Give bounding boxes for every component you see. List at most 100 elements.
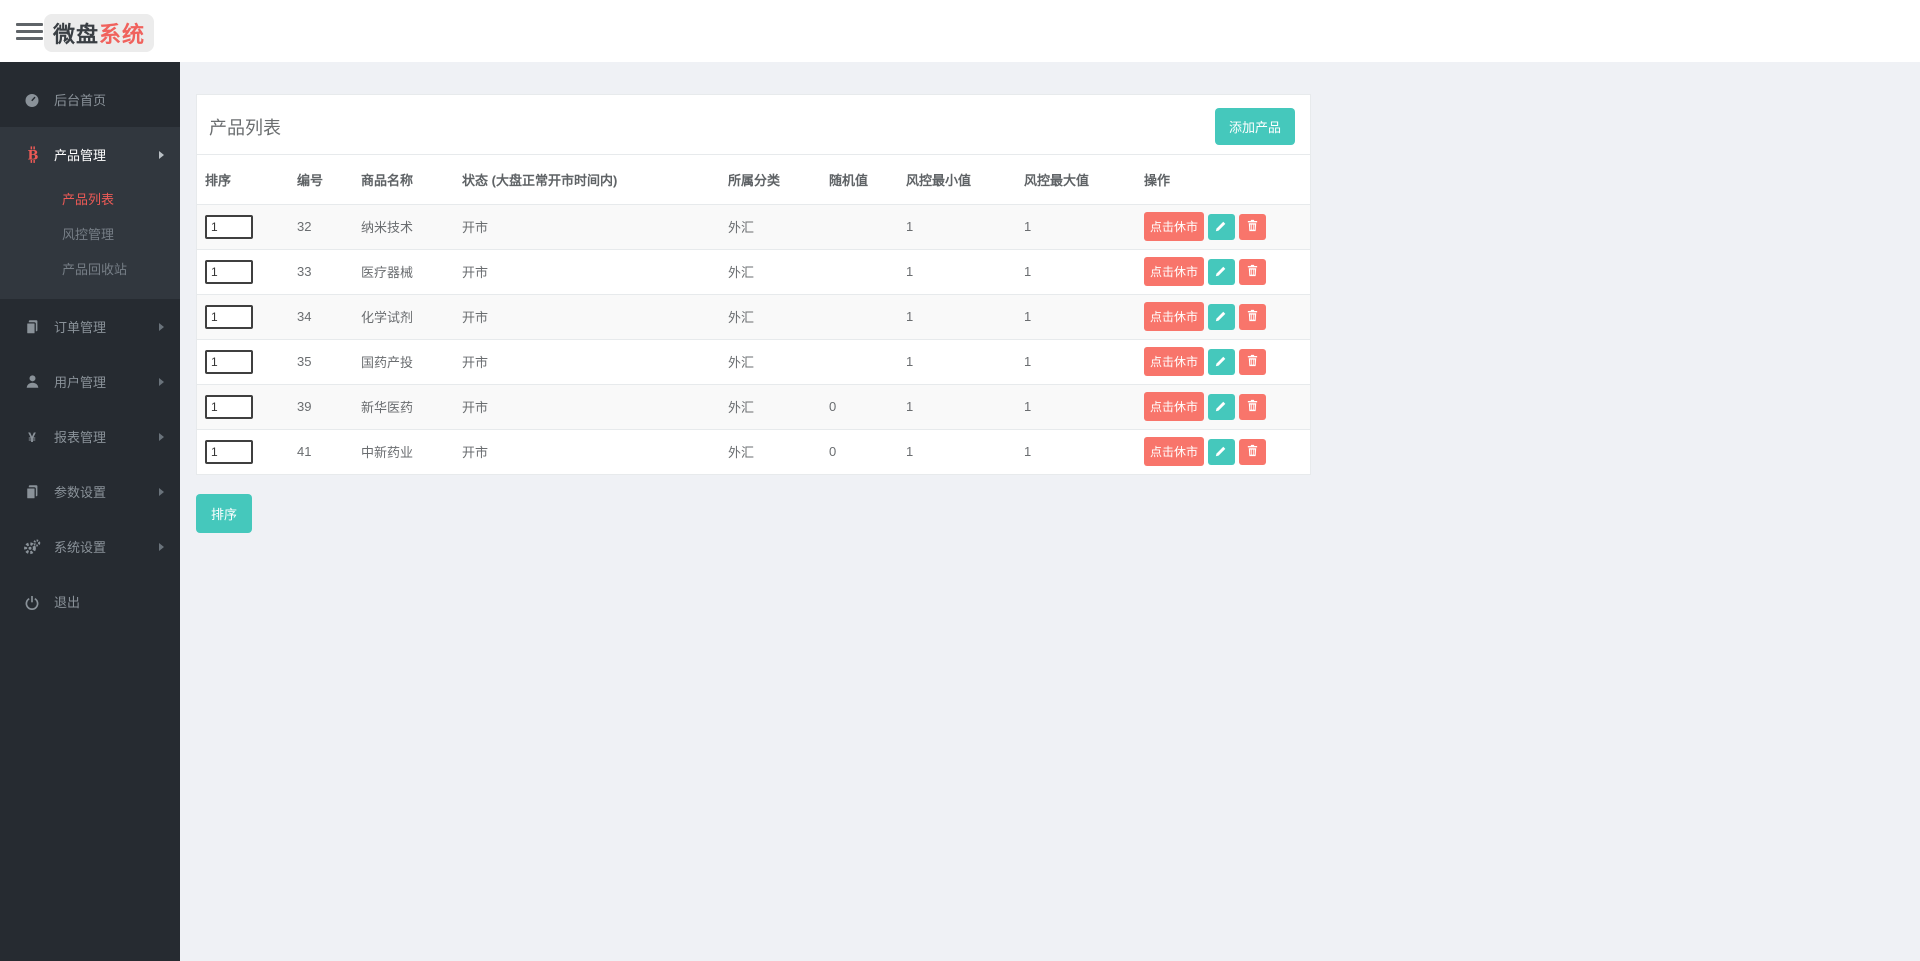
files-icon bbox=[21, 484, 43, 500]
delete-button[interactable] bbox=[1239, 394, 1266, 420]
sort-order-input[interactable] bbox=[205, 260, 253, 284]
sidebar-item-product-list[interactable]: 产品列表 bbox=[0, 182, 180, 217]
cell-id: 35 bbox=[289, 339, 353, 384]
close-market-button[interactable]: 点击休市 bbox=[1144, 257, 1204, 286]
cell-random bbox=[821, 294, 898, 339]
sidebar-item-label: 产品管理 bbox=[54, 145, 106, 164]
svg-text:B: B bbox=[27, 149, 38, 164]
sort-order-input[interactable] bbox=[205, 440, 253, 464]
edit-button[interactable] bbox=[1208, 349, 1235, 375]
table-row: 34 化学试剂 开市 外汇 1 1 点击休市 bbox=[197, 294, 1310, 339]
table-header-row: 排序 编号 商品名称 状态 (大盘正常开市时间内) 所属分类 随机值 风控最小值… bbox=[197, 155, 1310, 204]
trash-icon bbox=[1246, 399, 1259, 415]
cell-category: 外汇 bbox=[720, 249, 821, 294]
sidebar-item-users[interactable]: 用户管理 bbox=[0, 354, 180, 409]
add-product-button[interactable]: 添加产品 bbox=[1215, 108, 1295, 145]
col-header-actions: 操作 bbox=[1136, 155, 1310, 204]
trash-icon bbox=[1246, 219, 1259, 235]
edit-button[interactable] bbox=[1208, 259, 1235, 285]
bitcoin-icon: B bbox=[21, 146, 43, 163]
menu-toggle-icon[interactable] bbox=[16, 23, 43, 40]
dashboard-icon bbox=[21, 92, 43, 108]
delete-button[interactable] bbox=[1239, 214, 1266, 240]
cell-risk-max: 1 bbox=[1016, 249, 1136, 294]
cell-id: 33 bbox=[289, 249, 353, 294]
yen-icon: ¥ bbox=[21, 429, 43, 445]
gears-icon bbox=[21, 539, 43, 555]
trash-icon bbox=[1246, 444, 1259, 460]
sort-order-input[interactable] bbox=[205, 215, 253, 239]
chevron-right-icon bbox=[159, 488, 164, 496]
cell-risk-min: 1 bbox=[898, 204, 1016, 249]
sidebar-item-product-recycle[interactable]: 产品回收站 bbox=[0, 252, 180, 287]
close-market-button[interactable]: 点击休市 bbox=[1144, 437, 1204, 466]
edit-button[interactable] bbox=[1208, 394, 1235, 420]
sidebar-item-risk-management[interactable]: 风控管理 bbox=[0, 217, 180, 252]
sidebar-item-product-management[interactable]: B 产品管理 bbox=[0, 127, 180, 182]
table-row: 41 中新药业 开市 外汇 0 1 1 点击休市 bbox=[197, 429, 1310, 474]
cell-status: 开市 bbox=[454, 384, 720, 429]
pencil-icon bbox=[1215, 399, 1228, 415]
sidebar-item-reports[interactable]: ¥ 报表管理 bbox=[0, 409, 180, 464]
sidebar-group-product: B 产品管理 产品列表 风控管理 产品回收站 bbox=[0, 127, 180, 299]
sidebar-item-label: 订单管理 bbox=[54, 317, 106, 336]
delete-button[interactable] bbox=[1239, 349, 1266, 375]
edit-button[interactable] bbox=[1208, 304, 1235, 330]
close-market-button[interactable]: 点击休市 bbox=[1144, 392, 1204, 421]
sort-order-input[interactable] bbox=[205, 305, 253, 329]
chevron-right-icon bbox=[159, 323, 164, 331]
files-icon bbox=[21, 319, 43, 335]
sidebar-item-logout[interactable]: 退出 bbox=[0, 574, 180, 629]
cell-category: 外汇 bbox=[720, 384, 821, 429]
cell-random: 0 bbox=[821, 384, 898, 429]
cell-id: 34 bbox=[289, 294, 353, 339]
sidebar-item-label: 系统设置 bbox=[54, 537, 106, 556]
close-market-button[interactable]: 点击休市 bbox=[1144, 212, 1204, 241]
app-logo[interactable]: 微盘系统 bbox=[44, 14, 154, 52]
sort-order-input[interactable] bbox=[205, 395, 253, 419]
cell-risk-max: 1 bbox=[1016, 429, 1136, 474]
sidebar-item-parameters[interactable]: 参数设置 bbox=[0, 464, 180, 519]
cell-name: 国药产投 bbox=[353, 339, 454, 384]
table-body: 32 纳米技术 开市 外汇 1 1 点击休市 33 医疗器 bbox=[197, 204, 1310, 474]
trash-icon bbox=[1246, 264, 1259, 280]
logo-text-accent: 系统 bbox=[99, 22, 145, 47]
sidebar-item-orders[interactable]: 订单管理 bbox=[0, 299, 180, 354]
close-market-button[interactable]: 点击休市 bbox=[1144, 347, 1204, 376]
cell-risk-max: 1 bbox=[1016, 294, 1136, 339]
pencil-icon bbox=[1215, 309, 1228, 325]
sidebar-nav: 后台首页 B 产品管理 产品列表 风控管理 产品回收站 订单管理 bbox=[0, 62, 180, 629]
cell-status: 开市 bbox=[454, 249, 720, 294]
delete-button[interactable] bbox=[1239, 259, 1266, 285]
cell-status: 开市 bbox=[454, 339, 720, 384]
cell-risk-max: 1 bbox=[1016, 384, 1136, 429]
sidebar-item-label: 参数设置 bbox=[54, 482, 106, 501]
pencil-icon bbox=[1215, 264, 1228, 280]
cell-id: 41 bbox=[289, 429, 353, 474]
col-header-random: 随机值 bbox=[821, 155, 898, 204]
chevron-right-icon bbox=[159, 151, 164, 159]
cell-name: 新华医药 bbox=[353, 384, 454, 429]
sidebar-item-label: 用户管理 bbox=[54, 372, 106, 391]
table-row: 32 纳米技术 开市 外汇 1 1 点击休市 bbox=[197, 204, 1310, 249]
apply-sort-button[interactable]: 排序 bbox=[196, 494, 252, 533]
sidebar-item-system-settings[interactable]: 系统设置 bbox=[0, 519, 180, 574]
cell-risk-max: 1 bbox=[1016, 339, 1136, 384]
cell-random bbox=[821, 339, 898, 384]
cell-name: 纳米技术 bbox=[353, 204, 454, 249]
sort-order-input[interactable] bbox=[205, 350, 253, 374]
close-market-button[interactable]: 点击休市 bbox=[1144, 302, 1204, 331]
page-title: 产品列表 bbox=[209, 114, 281, 140]
edit-button[interactable] bbox=[1208, 439, 1235, 465]
sidebar-item-dashboard[interactable]: 后台首页 bbox=[0, 72, 180, 127]
delete-button[interactable] bbox=[1239, 304, 1266, 330]
col-header-risk-max: 风控最大值 bbox=[1016, 155, 1136, 204]
cell-risk-min: 1 bbox=[898, 249, 1016, 294]
cell-status: 开市 bbox=[454, 429, 720, 474]
cell-status: 开市 bbox=[454, 204, 720, 249]
edit-button[interactable] bbox=[1208, 214, 1235, 240]
table-row: 33 医疗器械 开市 外汇 1 1 点击休市 bbox=[197, 249, 1310, 294]
col-header-sort: 排序 bbox=[197, 155, 289, 204]
delete-button[interactable] bbox=[1239, 439, 1266, 465]
cell-risk-min: 1 bbox=[898, 339, 1016, 384]
